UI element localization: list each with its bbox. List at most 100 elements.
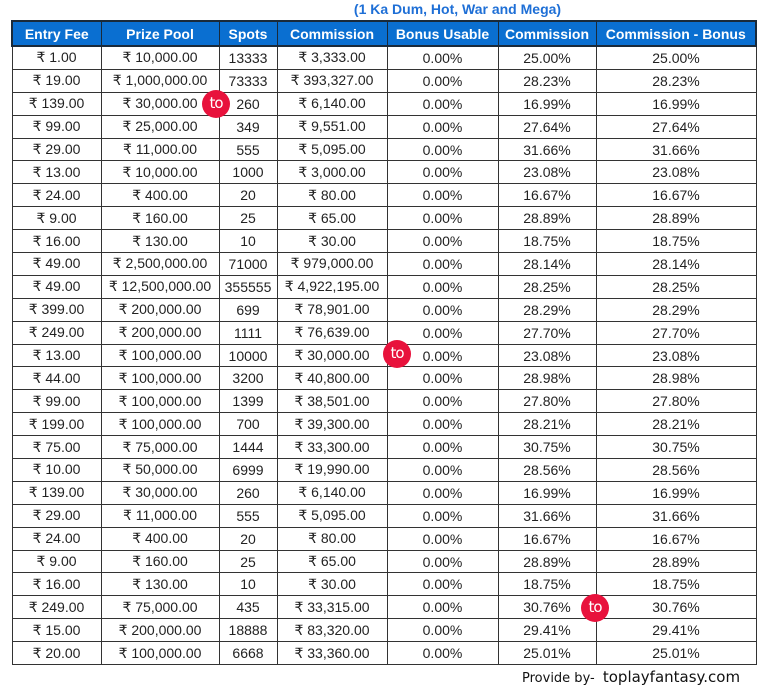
cell-spots: 6999 xyxy=(218,458,278,482)
cell-commission-percent: 28.89% xyxy=(497,206,597,231)
cell-prize-pool: ₹ 160.00 xyxy=(100,206,220,231)
cell-commission-minus-bonus: 16.99% xyxy=(595,91,757,116)
cell-commission-amount: ₹ 38,501.00 xyxy=(276,389,388,414)
table-row: ₹ 49.00 ₹ 2,500,000.00 71000 ₹ 979,000.00 0.… xyxy=(11,252,757,276)
cell-spots: 25 xyxy=(218,206,278,231)
cell-commission-percent: 28.98% xyxy=(497,366,597,391)
cell-prize-pool: ₹ 75,000.00 xyxy=(100,595,220,620)
cell-commission-amount: ₹ 80.00 xyxy=(276,526,388,551)
cell-commission-percent: 16.99% xyxy=(497,480,597,505)
cell-commission-percent: 28.25% xyxy=(497,274,597,299)
cell-entry-fee: ₹ 44.00 xyxy=(11,366,102,391)
cell-spots: 349 xyxy=(218,114,278,139)
cell-commission-amount: ₹ 76,639.00 xyxy=(276,320,388,345)
cell-spots: 355555 xyxy=(218,274,278,299)
cell-entry-fee: ₹ 75.00 xyxy=(11,435,102,460)
cell-commission-amount: ₹ 78,901.00 xyxy=(276,297,388,322)
cell-prize-pool: ₹ 100,000.00 xyxy=(100,343,220,368)
cell-commission-minus-bonus: 28.89% xyxy=(595,206,757,231)
cell-commission-percent: 16.67% xyxy=(497,183,597,208)
cell-commission-minus-bonus: 31.66% xyxy=(595,137,757,162)
cell-prize-pool: ₹ 200,000.00 xyxy=(100,320,220,345)
cell-commission-amount: ₹ 30.00 xyxy=(276,229,388,254)
cell-commission-percent: 25.00% xyxy=(497,45,597,70)
table-row: ₹ 16.00 ₹ 130.00 10 ₹ 30.00 0.00% 18.75% 18.75… xyxy=(11,572,757,597)
cell-commission-percent: 25.01% xyxy=(497,641,597,666)
table-row: ₹ 139.00 ₹ 30,000.00 260 ₹ 6,140.00 0.00% 16.… xyxy=(11,480,757,505)
cell-commission-minus-bonus: 27.80% xyxy=(595,389,757,414)
cell-commission-minus-bonus: 29.41% xyxy=(595,618,757,643)
cell-prize-pool: ₹ 100,000.00 xyxy=(100,389,220,414)
header-prize-pool: Prize Pool xyxy=(100,20,220,47)
cell-commission-minus-bonus: 30.75% xyxy=(595,435,757,460)
cell-entry-fee: ₹ 29.00 xyxy=(11,137,102,162)
cell-commission-minus-bonus: 18.75% xyxy=(595,229,757,254)
cell-spots: 71000 xyxy=(218,252,278,276)
cell-commission-amount: ₹ 5,095.00 xyxy=(276,503,388,528)
cell-commission-percent: 29.41% xyxy=(497,618,597,643)
cell-commission-percent: 28.29% xyxy=(497,297,597,322)
cell-commission-minus-bonus: 16.99% xyxy=(595,480,757,505)
cell-entry-fee: ₹ 99.00 xyxy=(11,389,102,414)
cell-prize-pool: ₹ 200,000.00 xyxy=(100,618,220,643)
cell-spots: 1111 xyxy=(218,320,278,345)
cell-entry-fee: ₹ 24.00 xyxy=(11,183,102,208)
cell-prize-pool: ₹ 2,500,000.00 xyxy=(100,252,220,276)
header-commission-amount: Commission xyxy=(276,20,388,47)
cell-bonus-usable: 0.00% xyxy=(386,137,499,162)
table-row: ₹ 29.00 ₹ 11,000.00 555 ₹ 5,095.00 0.00% 31.6… xyxy=(11,137,757,162)
cell-commission-percent: 18.75% xyxy=(497,229,597,254)
cell-prize-pool: ₹ 160.00 xyxy=(100,549,220,574)
cell-prize-pool: ₹ 11,000.00 xyxy=(100,137,220,162)
cell-bonus-usable: 0.00% xyxy=(386,45,499,70)
cell-commission-minus-bonus: 30.76% xyxy=(595,595,757,620)
cell-commission-amount: ₹ 4,922,195.00 xyxy=(276,274,388,299)
cell-commission-minus-bonus: 27.64% xyxy=(595,114,757,139)
cell-bonus-usable: 0.00% xyxy=(386,114,499,139)
cell-prize-pool: ₹ 30,000.00 xyxy=(100,480,220,505)
cell-commission-minus-bonus: 28.25% xyxy=(595,274,757,299)
cell-entry-fee: ₹ 399.00 xyxy=(11,297,102,322)
cell-commission-percent: 23.08% xyxy=(497,343,597,368)
cell-entry-fee: ₹ 139.00 xyxy=(11,91,102,116)
cell-entry-fee: ₹ 16.00 xyxy=(11,572,102,597)
cell-bonus-usable: 0.00% xyxy=(386,183,499,208)
cell-spots: 10 xyxy=(218,572,278,597)
cell-entry-fee: ₹ 10.00 xyxy=(11,458,102,482)
cell-spots: 260 xyxy=(218,480,278,505)
cell-commission-amount: ₹ 83,320.00 xyxy=(276,618,388,643)
cell-prize-pool: ₹ 50,000.00 xyxy=(100,458,220,482)
cell-bonus-usable: 0.00% xyxy=(386,503,499,528)
cell-bonus-usable: 0.00% xyxy=(386,160,499,185)
cell-commission-minus-bonus: 28.14% xyxy=(595,252,757,276)
cell-commission-amount: ₹ 65.00 xyxy=(276,549,388,574)
cell-entry-fee: ₹ 19.00 xyxy=(11,68,102,93)
table-row: ₹ 99.00 ₹ 100,000.00 1399 ₹ 38,501.00 0.00% 2… xyxy=(11,389,757,414)
table-row: ₹ 99.00 ₹ 25,000.00 349 ₹ 9,551.00 0.00% 27.6… xyxy=(11,114,757,139)
cell-spots: 20 xyxy=(218,183,278,208)
cell-commission-amount: ₹ 33,360.00 xyxy=(276,641,388,666)
cell-commission-amount: ₹ 979,000.00 xyxy=(276,252,388,276)
cell-commission-minus-bonus: 25.01% xyxy=(595,641,757,666)
table-row: ₹ 49.00 ₹ 12,500,000.00 355555 ₹ 4,922,195.… xyxy=(11,274,757,299)
footer-brand: toplayfantasy.com xyxy=(602,668,741,686)
cell-commission-percent: 27.64% xyxy=(497,114,597,139)
cell-spots: 25 xyxy=(218,549,278,574)
cell-entry-fee: ₹ 15.00 xyxy=(11,618,102,643)
footer-credit: Provide by- toplayfantasy.com xyxy=(522,668,740,686)
cell-bonus-usable: 0.00% xyxy=(386,435,499,460)
cell-spots: 1399 xyxy=(218,389,278,414)
cell-commission-minus-bonus: 28.23% xyxy=(595,68,757,93)
cell-bonus-usable: 0.00% xyxy=(386,572,499,597)
cell-commission-percent: 28.23% xyxy=(497,68,597,93)
cell-commission-percent: 27.80% xyxy=(497,389,597,414)
cell-entry-fee: ₹ 29.00 xyxy=(11,503,102,528)
cell-commission-minus-bonus: 27.70% xyxy=(595,320,757,345)
header-entry-fee: Entry Fee xyxy=(11,20,102,47)
cell-bonus-usable: 0.00% xyxy=(386,68,499,93)
table-row: ₹ 19.00 ₹ 1,000,000.00 73333 ₹ 393,327.00 0.… xyxy=(11,68,757,93)
cell-commission-percent: 16.99% xyxy=(497,91,597,116)
cell-entry-fee: ₹ 20.00 xyxy=(11,641,102,666)
cell-prize-pool: ₹ 100,000.00 xyxy=(100,412,220,437)
cell-commission-amount: ₹ 30,000.00 xyxy=(276,343,388,368)
